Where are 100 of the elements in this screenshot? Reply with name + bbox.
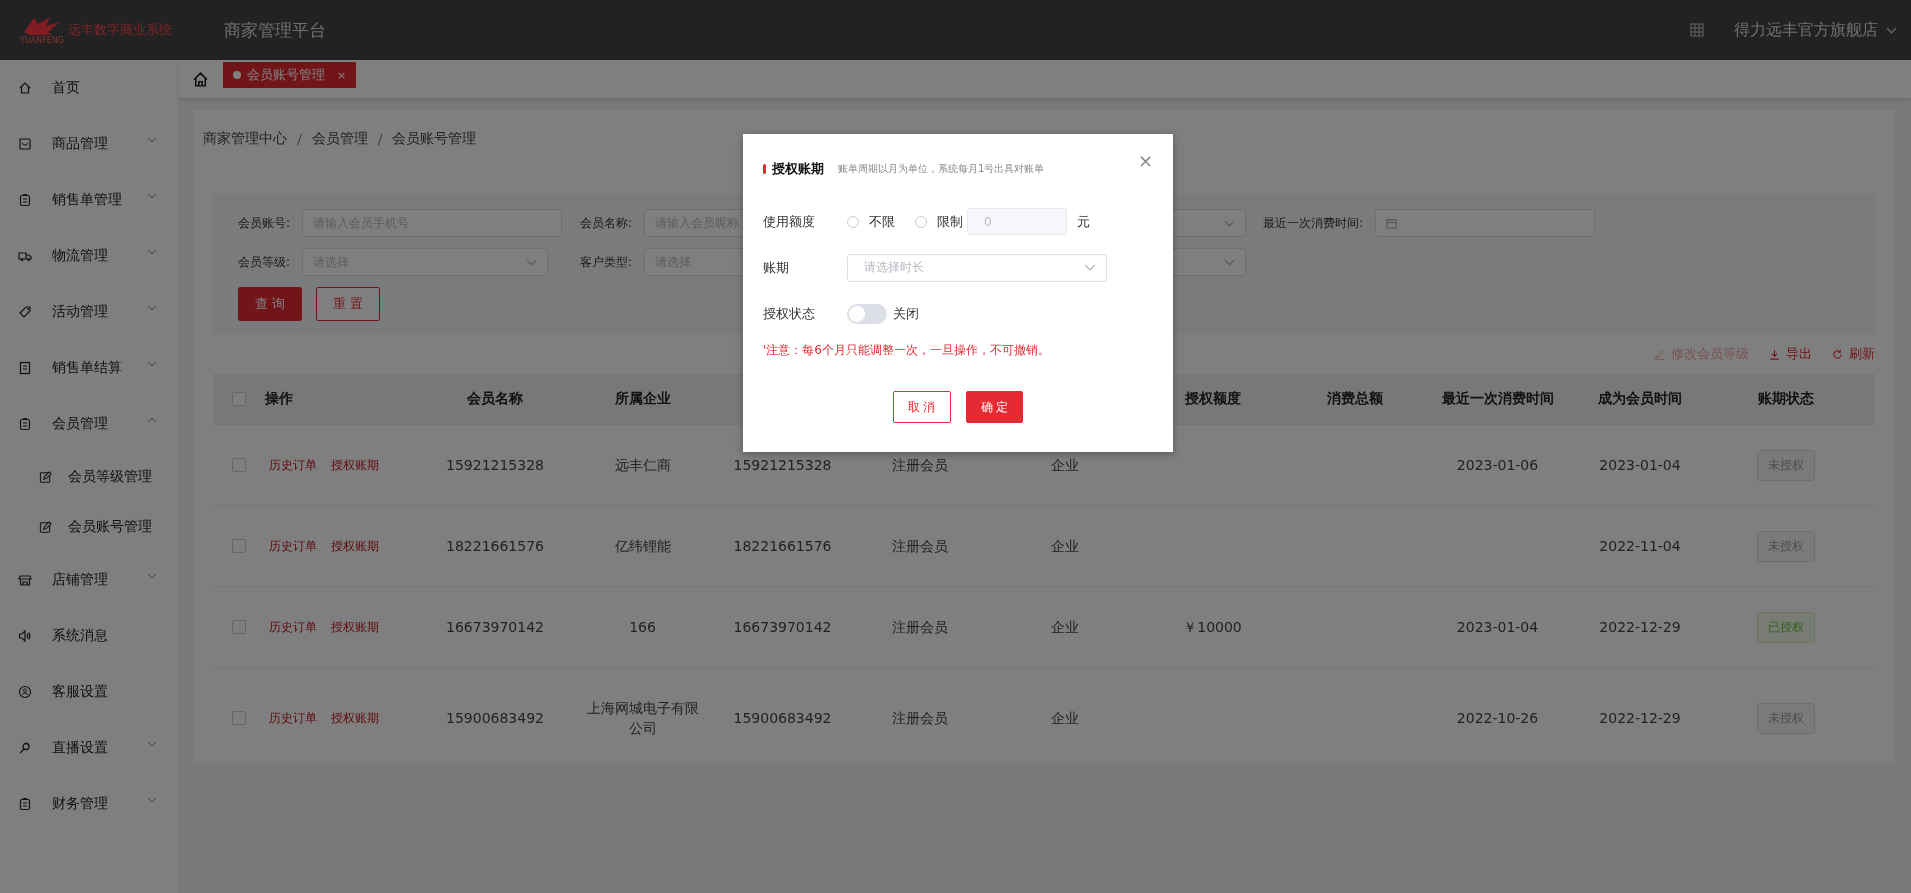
sidebar-item[interactable]: 财务管理: [0, 776, 178, 832]
table-cell-text: 2023-01-04: [1456, 618, 1539, 637]
sidebar-item[interactable]: 直播设置: [0, 720, 178, 776]
table-cell-text: 企业: [1051, 456, 1079, 475]
search-icon: [18, 741, 32, 755]
column-header: 会员名称: [467, 390, 523, 408]
action-link[interactable]: 授权账期: [331, 456, 379, 474]
form-label: 使用额度: [763, 212, 816, 231]
sidebar-item[interactable]: 活动管理: [0, 284, 178, 340]
table-cell-text: 2022-10-26: [1456, 709, 1539, 728]
action-link[interactable]: 历史订单: [269, 709, 317, 727]
chevron-icon: [1224, 219, 1235, 227]
tag-icon: [18, 305, 32, 319]
row-checkbox[interactable]: [232, 458, 246, 472]
refresh-icon: [1832, 348, 1843, 360]
toolbar-link[interactable]: 刷新: [1832, 345, 1875, 363]
caret-icon[interactable]: [1886, 26, 1897, 34]
sidebar-subitem[interactable]: 会员等级管理: [0, 452, 178, 502]
platform-title: 商家管理平台: [224, 18, 326, 42]
radio-option[interactable]: 不限: [847, 212, 895, 231]
row-checkbox[interactable]: [232, 539, 246, 553]
table-cell-text: 注册会员: [892, 537, 948, 556]
sidebar-item[interactable]: 物流管理: [0, 228, 178, 284]
box-icon: [18, 137, 32, 151]
sidebar-item[interactable]: 系统消息: [0, 608, 178, 664]
table-cell-text: 注册会员: [892, 618, 948, 637]
dialog-title: 授权账期: [772, 160, 824, 178]
table-cell-text: 注册会员: [892, 709, 948, 728]
select-field[interactable]: 请选择时长: [847, 253, 1107, 282]
table-cell-text: 16673970142: [733, 618, 832, 637]
filter-label: 会员名称:: [580, 214, 634, 232]
search-button[interactable]: 查 询: [238, 287, 303, 321]
table-cell-text: 16673970142: [446, 618, 544, 637]
date-field[interactable]: [1375, 209, 1595, 237]
store-menu[interactable]: 得力远丰官方旗舰店: [1734, 19, 1878, 41]
table-cell-text: 远丰仁商: [614, 456, 671, 475]
column-header: 操作: [265, 390, 293, 408]
table-cell-text: 注册会员: [892, 456, 948, 475]
chevron-icon: [1084, 264, 1096, 271]
sidebar-item[interactable]: 会员管理: [0, 396, 178, 452]
home-icon[interactable]: [192, 70, 209, 88]
edit-icon: [39, 470, 52, 484]
edit-icon: [1654, 348, 1665, 360]
table-cell-text: 企业: [1051, 709, 1079, 728]
breadcrumb-item[interactable]: 商家管理中心: [203, 130, 287, 148]
logo-subtext: YUANFENG: [20, 35, 65, 45]
filter-label: 会员等级:: [238, 253, 292, 271]
sidebar-item[interactable]: 销售单管理: [0, 172, 178, 228]
grid-icon[interactable]: [1690, 23, 1704, 37]
sidebar-item[interactable]: 店铺管理: [0, 552, 178, 608]
table-cell-text: 166: [629, 618, 656, 637]
chevron-icon: [526, 258, 537, 266]
sidebar-item[interactable]: 客服设置: [0, 664, 178, 720]
logo-text: 远丰数字商业系统: [68, 21, 173, 39]
table-cell-text: 15900683492: [446, 709, 544, 728]
toggle-switch[interactable]: [847, 303, 887, 324]
select-all-checkbox[interactable]: [232, 392, 246, 406]
action-link[interactable]: 历史订单: [269, 456, 317, 474]
table-cell-text: 上海网城电子有限公司: [585, 699, 700, 738]
sidebar-subitem[interactable]: 会员账号管理: [0, 502, 178, 552]
row-checkbox[interactable]: [232, 620, 246, 634]
cancel-button[interactable]: 取 消: [892, 391, 951, 423]
column-header: 授权额度: [1184, 390, 1241, 408]
table-cell-text: 18221661576: [446, 537, 544, 556]
table-cell-text: 15900683492: [733, 709, 832, 728]
table-cell-text: 企业: [1051, 618, 1079, 637]
home-icon: [18, 81, 32, 95]
table-cell-text: 18221661576: [733, 537, 832, 556]
column-header: 成为会员时间: [1598, 390, 1682, 408]
warning-note: '注意：每6个月只能调整一次，一旦操作，不可撤销。: [763, 342, 1051, 359]
dialog-subtitle: 账单周期以月为单位，系统每月1号出具对账单: [838, 162, 1045, 176]
breadcrumb-item[interactable]: 会员管理: [311, 130, 368, 148]
table-cell-text: 2023-01-06: [1456, 456, 1539, 475]
toolbar-link[interactable]: 导出: [1769, 345, 1812, 363]
confirm-button[interactable]: 确 定: [965, 391, 1024, 423]
table-cell-text: 2022-11-04: [1599, 537, 1681, 556]
table-cell-text: 2022-12-29: [1599, 618, 1681, 637]
action-link[interactable]: 授权账期: [331, 537, 379, 555]
status-tag: 已授权: [1757, 611, 1815, 643]
column-header: 消费总额: [1327, 390, 1383, 408]
action-link[interactable]: 授权账期: [331, 709, 379, 727]
action-link[interactable]: 历史订单: [269, 537, 317, 555]
sidebar-item[interactable]: 商品管理: [0, 116, 178, 172]
clipboard-icon: [18, 417, 32, 431]
table-cell-text: 15921215328: [733, 456, 832, 475]
page-tab[interactable]: 会员账号管理 ×: [223, 62, 357, 88]
breadcrumb-item[interactable]: 会员账号管理: [392, 130, 477, 148]
breadcrumb-separator: /: [297, 131, 302, 147]
row-checkbox[interactable]: [232, 711, 246, 725]
person-icon: [18, 685, 32, 699]
action-link[interactable]: 历史订单: [269, 618, 317, 636]
action-link[interactable]: 授权账期: [331, 618, 379, 636]
download-icon: [1769, 348, 1780, 360]
sidebar-item[interactable]: 销售单结算: [0, 340, 178, 396]
chevron-icon: [1224, 258, 1235, 266]
reset-button[interactable]: 重 置: [316, 287, 381, 321]
sidebar-item[interactable]: 首页: [0, 60, 178, 116]
column-header: 最近一次消费时间: [1441, 390, 1554, 408]
radio-option[interactable]: 限制: [915, 212, 963, 231]
close-button[interactable]: ×: [1137, 152, 1153, 170]
